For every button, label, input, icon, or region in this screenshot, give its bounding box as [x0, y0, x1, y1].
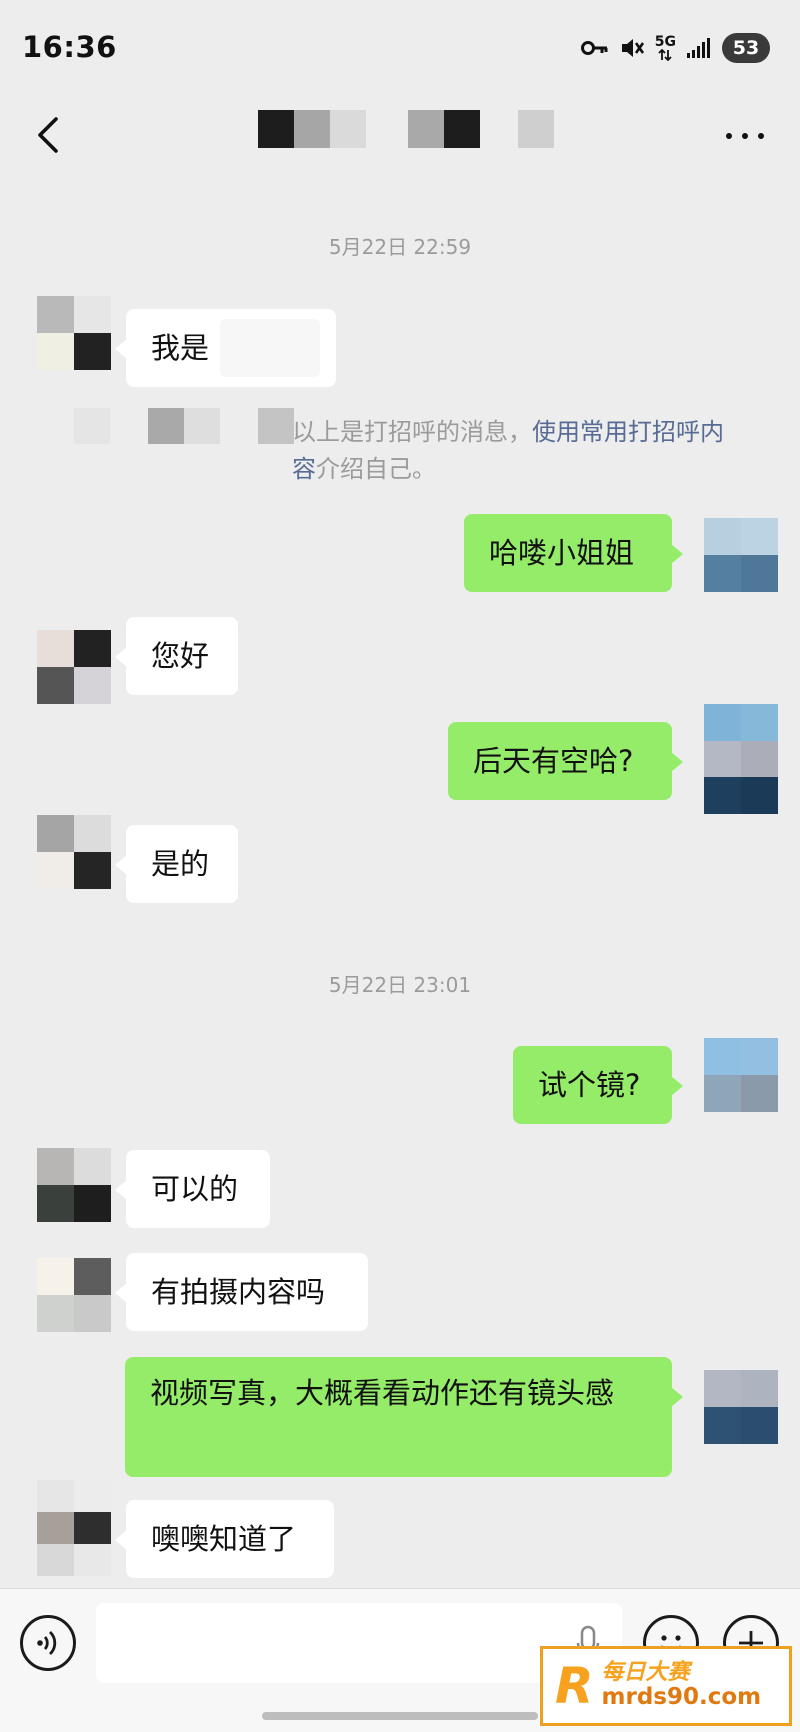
message-bubble[interactable]: 后天有空哈?	[448, 722, 683, 800]
watermark-url: mrds90.com	[601, 1684, 762, 1711]
timestamp: 5月22日 22:59	[328, 235, 472, 259]
more-button[interactable]	[720, 118, 770, 154]
message-text: 试个镜?	[538, 1068, 641, 1102]
home-indicator	[262, 1712, 538, 1720]
back-button[interactable]	[28, 113, 72, 157]
voice-button[interactable]	[20, 1615, 76, 1671]
more-dots-icon	[726, 133, 732, 139]
avatar[interactable]	[37, 1148, 111, 1222]
key-icon	[580, 39, 609, 57]
message-text: 您好	[151, 639, 210, 673]
redacted-text	[220, 319, 320, 377]
message-text: 有拍摄内容吗	[151, 1275, 326, 1309]
avatar[interactable]	[37, 1480, 111, 1576]
message-bubble[interactable]: 哈喽小姐姐	[464, 514, 683, 592]
avatar[interactable]	[704, 1370, 778, 1444]
message-bubble[interactable]: 可以的	[115, 1150, 270, 1228]
chat-title-redacted	[258, 110, 558, 160]
signal-icon	[686, 37, 712, 59]
timestamp: 5月22日 23:01	[328, 973, 472, 997]
message-bubble[interactable]: 试个镜?	[513, 1046, 683, 1124]
redacted-block	[74, 408, 110, 444]
watermark-logo: R 每日大赛 mrds90.com	[540, 1646, 792, 1726]
avatar[interactable]	[37, 630, 111, 704]
status-bar: 16:36 5G 53	[0, 0, 800, 96]
chat-header	[0, 96, 800, 178]
system-note: 以上是打招呼的消息，使用常用打招呼内容介绍自己。	[292, 418, 724, 483]
watermark-text: 每日大赛	[601, 1660, 690, 1686]
avatar[interactable]	[704, 518, 778, 592]
message-bubble[interactable]: 是的	[115, 825, 238, 903]
message-text: 可以的	[151, 1172, 239, 1206]
message-text: 我是	[151, 331, 210, 365]
avatar[interactable]	[704, 704, 778, 814]
avatar[interactable]	[37, 1258, 111, 1332]
avatar[interactable]	[704, 1038, 778, 1112]
status-icons: 5G 53	[580, 32, 770, 64]
5g-icon: 5G	[655, 35, 676, 61]
chevron-left-icon	[38, 117, 58, 153]
avatar[interactable]	[37, 815, 111, 889]
status-time: 16:36	[22, 30, 117, 64]
redacted-block	[258, 408, 294, 444]
redacted-block	[184, 408, 220, 444]
message-bubble[interactable]: 视频写真，大概看看动作还有镜头感	[125, 1357, 683, 1477]
message-bubble[interactable]: 您好	[115, 617, 238, 695]
message-text: 视频写真，大概看看动作还有镜头感	[150, 1376, 615, 1410]
message-text: 后天有空哈?	[473, 744, 634, 778]
message-text: 噢噢知道了	[151, 1522, 297, 1556]
avatar[interactable]	[37, 296, 111, 370]
watermark-r-logo: R	[555, 1657, 594, 1715]
message-bubble[interactable]: 噢噢知道了	[115, 1500, 334, 1578]
battery-icon: 53	[722, 33, 770, 63]
mute-icon	[619, 35, 645, 61]
message-bubble[interactable]: 我是	[115, 309, 336, 387]
voice-icon	[37, 1630, 57, 1656]
message-text: 哈喽小姐姐	[489, 536, 635, 570]
message-text: 是的	[151, 847, 210, 881]
redacted-block	[148, 408, 184, 444]
message-bubble[interactable]: 有拍摄内容吗	[115, 1253, 368, 1331]
